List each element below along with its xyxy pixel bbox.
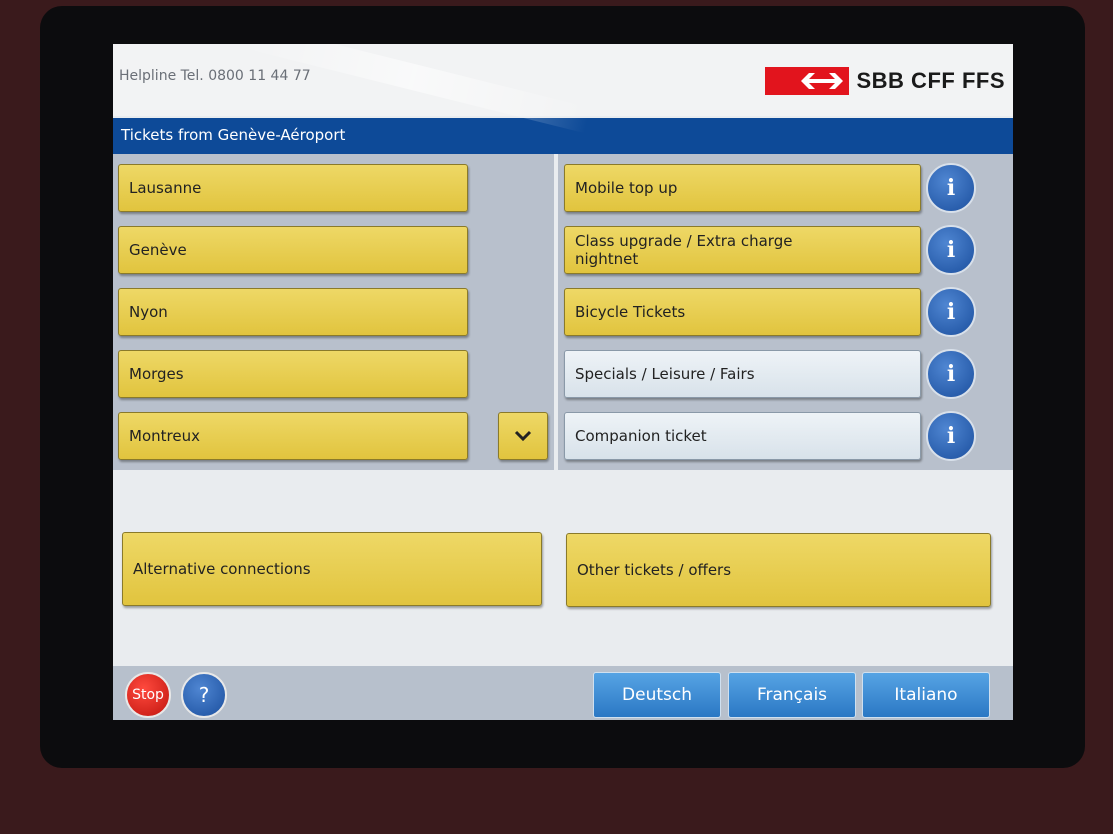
scroll-down-button[interactable] — [498, 412, 548, 460]
option-label: Specials / Leisure / Fairs — [575, 365, 755, 383]
header-bar: Helpline Tel. 0800 11 44 77 SBB CFF FFS — [113, 44, 1013, 116]
option-label: Mobile top up — [575, 179, 678, 197]
language-button-italiano[interactable]: Italiano — [862, 672, 990, 718]
destination-label: Morges — [129, 365, 184, 383]
option-label: Class upgrade / Extra charge nightnet — [575, 232, 793, 268]
option-class-upgrade[interactable]: Class upgrade / Extra charge nightnet — [564, 226, 921, 274]
chevron-down-icon — [514, 430, 532, 442]
sbb-arrows-icon — [764, 67, 849, 95]
option-specials[interactable]: Specials / Leisure / Fairs — [564, 350, 921, 398]
destination-button-montreux[interactable]: Montreux — [118, 412, 468, 460]
destination-button-geneve[interactable]: Genève — [118, 226, 468, 274]
language-button-francais[interactable]: Français — [728, 672, 856, 718]
destination-label: Nyon — [129, 303, 168, 321]
destination-label: Lausanne — [129, 179, 202, 197]
helpline-text: Helpline Tel. 0800 11 44 77 — [119, 68, 311, 84]
ticket-machine-screen: Helpline Tel. 0800 11 44 77 SBB CFF FFS … — [113, 44, 1013, 720]
other-tickets-label: Other tickets / offers — [577, 561, 732, 579]
destination-button-morges[interactable]: Morges — [118, 350, 468, 398]
info-bicycle-tickets-icon[interactable]: i — [926, 287, 976, 337]
alternative-connections-label: Alternative connections — [133, 560, 311, 578]
option-bicycle-tickets[interactable]: Bicycle Tickets — [564, 288, 921, 336]
sbb-logo: SBB CFF FFS — [764, 66, 1006, 96]
option-label: Bicycle Tickets — [575, 303, 686, 321]
other-tickets-button[interactable]: Other tickets / offers — [566, 533, 991, 607]
page-title: Tickets from Genève-Aéroport — [121, 126, 346, 144]
info-mobile-top-up-icon[interactable]: i — [926, 163, 976, 213]
alternative-connections-button[interactable]: Alternative connections — [122, 532, 542, 606]
brand-text: SBB CFF FFS — [856, 68, 1005, 93]
destination-label: Genève — [129, 241, 187, 259]
info-companion-ticket-icon[interactable]: i — [926, 411, 976, 461]
help-button[interactable]: ? — [181, 672, 227, 718]
stop-button[interactable]: Stop — [125, 672, 171, 718]
info-class-upgrade-icon[interactable]: i — [926, 225, 976, 275]
info-specials-icon[interactable]: i — [926, 349, 976, 399]
destination-button-lausanne[interactable]: Lausanne — [118, 164, 468, 212]
destination-label: Montreux — [129, 427, 200, 445]
option-mobile-top-up[interactable]: Mobile top up — [564, 164, 921, 212]
language-button-deutsch[interactable]: Deutsch — [593, 672, 721, 718]
page-title-bar: Tickets from Genève-Aéroport — [113, 118, 1013, 154]
destination-button-nyon[interactable]: Nyon — [118, 288, 468, 336]
option-companion-ticket[interactable]: Companion ticket — [564, 412, 921, 460]
option-label: Companion ticket — [575, 427, 707, 445]
